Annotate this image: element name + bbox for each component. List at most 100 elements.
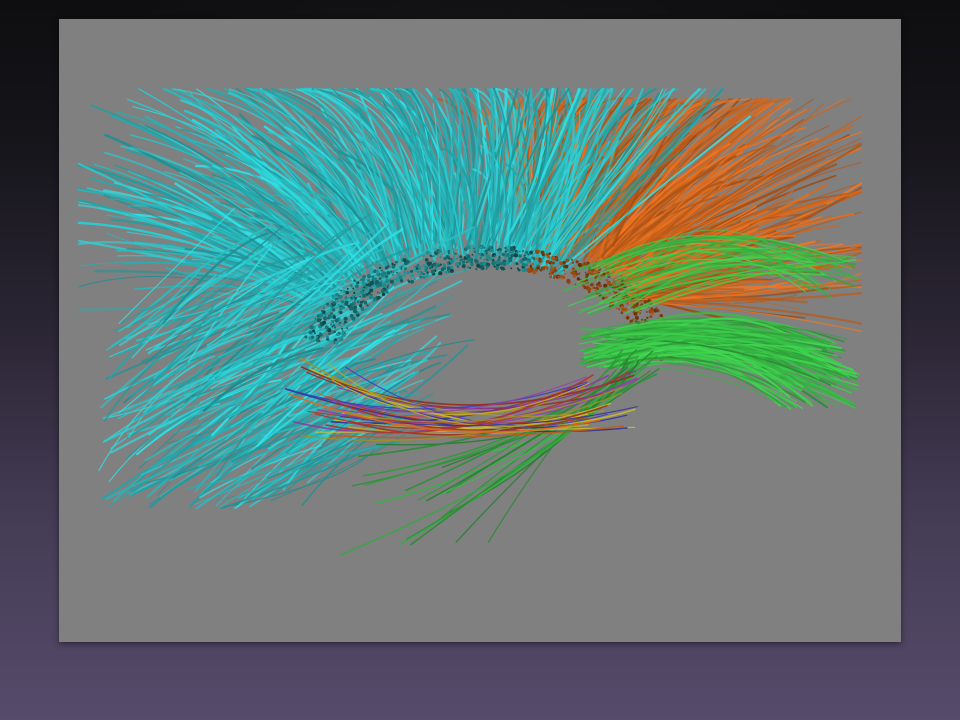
core-speck (485, 265, 489, 269)
core-speck (342, 306, 346, 310)
core-speck (354, 299, 356, 302)
core-speck (336, 332, 340, 337)
core-speck (462, 260, 466, 264)
core-speck (327, 328, 332, 333)
core-speck (335, 299, 339, 303)
core-speck (563, 276, 566, 279)
core-speck (551, 256, 556, 261)
core-speck (439, 256, 442, 259)
core-speck (453, 251, 456, 255)
core-speck (565, 259, 569, 263)
core-speck (366, 273, 371, 279)
core-speck (555, 257, 558, 260)
core-speck (330, 330, 335, 335)
core-speck (316, 335, 319, 338)
core-speck (375, 279, 380, 284)
core-speck (359, 300, 363, 304)
core-speck (495, 265, 500, 270)
core-speck (341, 327, 344, 330)
core-speck (526, 267, 531, 272)
core-speck (562, 260, 566, 265)
core-speck (518, 250, 521, 253)
core-speck (651, 312, 654, 316)
core-speck (369, 281, 374, 286)
core-speck (564, 264, 569, 269)
core-speck (349, 306, 354, 311)
core-speck (495, 260, 500, 265)
core-speck (510, 253, 514, 258)
core-speck (531, 263, 535, 266)
core-speck (541, 266, 546, 271)
core-speck (343, 320, 347, 324)
core-speck (584, 271, 587, 274)
core-speck (322, 320, 327, 325)
core-speck (541, 253, 545, 257)
core-speck (380, 280, 383, 283)
core-speck (553, 268, 557, 273)
core-speck (564, 272, 567, 275)
core-speck (322, 316, 328, 321)
core-speck (378, 277, 382, 280)
core-speck (380, 269, 384, 272)
core-speck (389, 279, 394, 284)
core-speck (464, 248, 468, 251)
core-speck (574, 283, 577, 286)
core-speck (571, 261, 575, 264)
core-speck (384, 274, 389, 279)
core-speck (407, 279, 409, 281)
core-speck (340, 300, 345, 304)
core-speck (478, 252, 480, 255)
core-speck (372, 296, 377, 301)
core-speck (522, 258, 525, 261)
core-speck (353, 279, 356, 282)
core-speck (553, 276, 556, 279)
core-speck (583, 285, 587, 290)
core-speck (322, 306, 326, 310)
core-speck (313, 320, 316, 322)
core-speck (325, 329, 328, 332)
core-speck (335, 292, 339, 297)
core-speck (485, 268, 488, 270)
core-speck (395, 282, 398, 285)
core-speck (309, 325, 314, 330)
core-speck (529, 250, 533, 255)
core-speck (330, 319, 334, 323)
core-speck (446, 261, 449, 264)
core-speck (601, 296, 605, 300)
core-speck (324, 313, 327, 317)
core-speck (423, 273, 425, 276)
core-speck (462, 264, 465, 267)
core-speck (515, 262, 519, 265)
core-speck (346, 327, 349, 329)
core-speck (449, 268, 454, 273)
core-speck (480, 253, 485, 257)
core-speck (508, 258, 513, 263)
core-speck (515, 251, 519, 254)
core-speck (406, 270, 410, 275)
core-speck (603, 283, 608, 288)
core-speck (376, 291, 379, 294)
core-speck (584, 261, 588, 265)
core-speck (456, 257, 458, 260)
core-speck (491, 261, 496, 266)
core-speck (430, 269, 436, 274)
core-speck (449, 259, 454, 264)
core-speck (375, 272, 380, 276)
core-speck (474, 258, 478, 263)
core-speck (392, 271, 395, 274)
core-speck (385, 278, 388, 281)
core-speck (529, 265, 533, 268)
core-speck (484, 249, 488, 253)
core-speck (559, 261, 563, 266)
core-speck (479, 245, 483, 249)
core-speck (505, 253, 510, 258)
core-speck (390, 270, 393, 273)
core-speck (551, 261, 555, 265)
core-speck (342, 289, 346, 294)
core-speck (394, 278, 397, 281)
core-speck (349, 313, 354, 318)
core-speck (485, 254, 491, 259)
core-speck (546, 268, 548, 270)
presentation-slide (0, 0, 960, 720)
core-speck (459, 255, 463, 259)
